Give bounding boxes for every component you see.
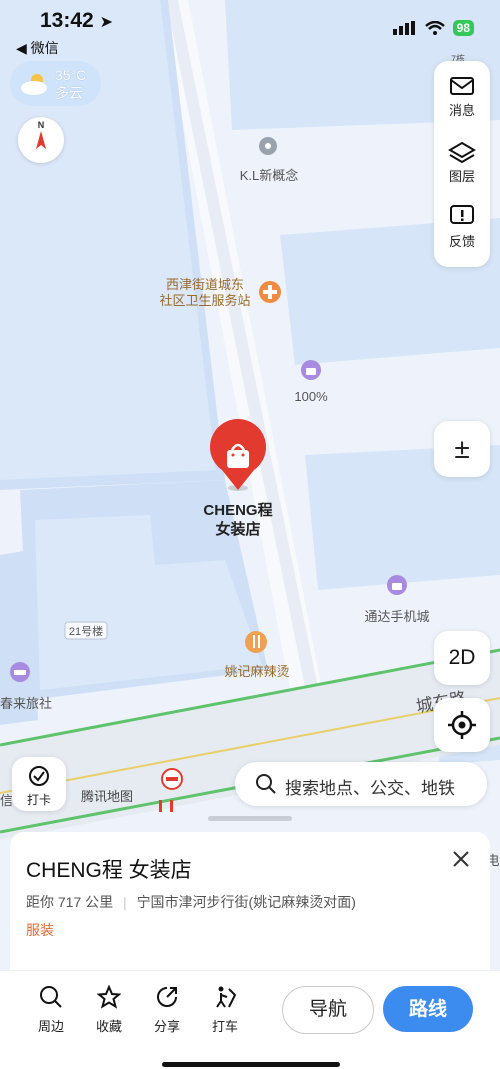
weather-text: 35°C 多云 [55, 66, 86, 102]
checkin-button[interactable]: 打卡 [12, 757, 66, 811]
place-category: 服装 [26, 922, 54, 938]
weather-temp: 35°C [55, 67, 87, 83]
selected-label-line1: CHENG程 [203, 502, 273, 519]
map-label-yaoji[interactable]: 姚记麻辣烫 [212, 661, 302, 680]
zoom-button[interactable]: ± [434, 421, 490, 477]
taxi-button[interactable]: 打车 [200, 985, 250, 1035]
time-text: 13:42 [40, 9, 94, 32]
weather-condition: 多云 [55, 85, 83, 101]
map-watermark: 腾讯地图 [80, 789, 133, 804]
locate-me-button[interactable] [434, 698, 490, 752]
star-icon [96, 984, 122, 1009]
clinic-icon [259, 281, 281, 303]
map-label-100[interactable]: 100% [285, 389, 337, 404]
layers-icon [448, 141, 476, 164]
share-label: 分享 [153, 1019, 180, 1034]
mail-icon [450, 77, 474, 95]
nearby-button[interactable]: 周边 [26, 985, 76, 1035]
kl-location-icon [259, 137, 277, 155]
status-icons: 98 [392, 20, 474, 36]
navigate-button[interactable]: 导航 [282, 986, 374, 1034]
selected-label-line2: 女装店 [215, 521, 261, 538]
map-label-kl[interactable]: K.L新概念 [222, 165, 316, 184]
map-label-hotel[interactable]: 春来旅社 [0, 693, 52, 712]
layers-button[interactable]: 图层 [434, 141, 490, 185]
search-bar[interactable]: 搜索地点、公交、地铁 [235, 762, 487, 806]
place-address: 宁国市津河步行街(姚记麻辣烫对面) [136, 894, 356, 910]
search-icon [256, 774, 276, 794]
map-tools-panel: 消息 图层 反馈 [434, 61, 490, 267]
feedback-icon [450, 205, 474, 224]
tongda-shop-icon [387, 575, 407, 595]
messages-button[interactable]: 消息 [434, 75, 490, 119]
taxi-label: 打车 [211, 1019, 238, 1034]
back-to-app-link[interactable]: ◀ 微信 [16, 38, 59, 58]
layers-label: 图层 [448, 169, 475, 184]
location-arrow-icon: ➤ [99, 14, 113, 31]
map-label-building-21: 21号楼 [68, 626, 104, 638]
checkin-icon [29, 766, 49, 786]
share-icon [157, 987, 177, 1007]
home-indicator [162, 1062, 340, 1067]
view-mode-2d-button[interactable]: 2D [434, 631, 490, 685]
place-detail-sheet: CHENG程 女装店 距你 717 公里 | 宁国市津河步行街(姚记麻辣烫对面)… [10, 816, 490, 970]
place-info: 距你 717 公里 | 宁国市津河步行街(姚记麻辣烫对面) [26, 892, 356, 912]
messages-label: 消息 [448, 103, 475, 118]
bottom-action-bar: 周边 收藏 分享 打车 导航 路线 [0, 970, 500, 1069]
hotel-icon [10, 662, 30, 682]
clinic-label-line1: 西津街道城东 [165, 277, 244, 292]
sheet-drag-handle[interactable] [208, 816, 292, 821]
place-title: CHENG程 女装店 [26, 859, 192, 882]
share-button[interactable]: 分享 [142, 985, 192, 1035]
map-label-left-edge: 信 [0, 793, 14, 808]
shop-100-icon [301, 360, 321, 380]
wifi-icon [424, 21, 445, 35]
close-icon[interactable] [451, 849, 471, 869]
favorite-label: 收藏 [95, 1019, 122, 1034]
taxi-icon [216, 986, 237, 1008]
feedback-label: 反馈 [448, 234, 475, 249]
restaurant-icon [245, 631, 267, 653]
checkin-label: 打卡 [26, 793, 51, 807]
clinic-label-line2: 社区卫生服务站 [159, 293, 251, 308]
compass-button[interactable]: N [18, 117, 64, 163]
cloudy-icon [21, 73, 47, 95]
info-divider: | [123, 894, 127, 910]
nearby-label: 周边 [37, 1019, 64, 1034]
weather-widget[interactable]: 35°C 多云 [10, 61, 101, 106]
crosshair-icon [448, 711, 476, 739]
signal-icon [392, 21, 415, 35]
route-button[interactable]: 路线 [383, 986, 473, 1032]
map-label-selected-shop[interactable]: CHENG程 女装店 [188, 501, 288, 539]
map-label-tongda[interactable]: 通达手机城 [352, 606, 442, 625]
status-time: 13:42 ➤ [40, 9, 113, 33]
feedback-button[interactable]: 反馈 [434, 204, 490, 250]
search-nearby-icon [40, 986, 62, 1008]
map-label-clinic[interactable]: 西津街道城东 社区卫生服务站 [150, 277, 260, 309]
favorite-button[interactable]: 收藏 [84, 984, 134, 1035]
compass-needle-icon [36, 131, 46, 149]
place-distance: 距你 717 公里 [26, 894, 114, 910]
status-bar: 13:42 ➤ ◀ 微信 98 [0, 0, 500, 60]
search-placeholder: 搜索地点、公交、地铁 [285, 779, 455, 798]
battery-icon: 98 [452, 20, 474, 36]
